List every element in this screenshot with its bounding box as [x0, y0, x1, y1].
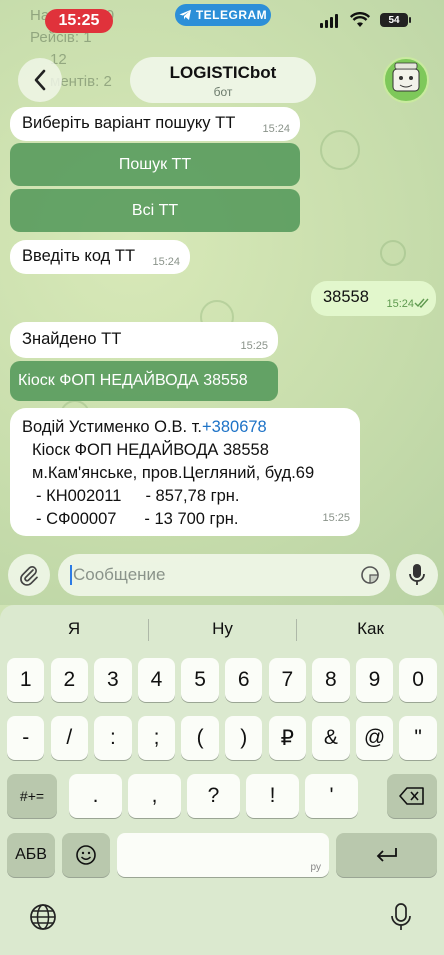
message-time: 15:25 [240, 340, 268, 352]
return-icon [376, 848, 397, 862]
digit-key[interactable]: 8 [312, 658, 350, 702]
double-check-icon [414, 298, 429, 308]
doodle-decoration [320, 130, 360, 170]
signal-icon [320, 14, 338, 28]
digit-key[interactable]: 4 [137, 658, 176, 702]
message-bubble: Водій Устименко О.В. т.+380678 Кіоск ФОП… [10, 408, 360, 536]
digit-key[interactable]: 5 [181, 658, 219, 702]
outgoing-message: 38558 15:24 [311, 281, 436, 316]
symbol-key[interactable]: ₽ [268, 716, 306, 760]
message-bubble: Виберіть варіант пошуку ТТ 15:24 [10, 107, 300, 141]
bot-avatar[interactable] [383, 57, 429, 103]
message-line: м.Кам'янське, пров.Цегляний, буд.69 [32, 464, 315, 482]
digit-key[interactable]: 9 [355, 658, 394, 702]
digit-key[interactable]: 6 [225, 658, 263, 702]
symbol-key[interactable]: / [50, 716, 88, 760]
attach-button[interactable] [8, 554, 50, 596]
message-bubble: Введіть код ТТ 15:24 [10, 240, 190, 274]
keyboard: Я Ну Как 1234567890 - /:;() ₽ & @ " #+= .,?! '… [0, 605, 444, 955]
backspace-icon [399, 787, 424, 805]
wifi-icon [350, 12, 370, 27]
telegram-pill[interactable]: TELEGRAM [175, 4, 271, 26]
invoice-code: - СФ00007 [36, 510, 117, 528]
message-time: 15:24 [152, 256, 180, 268]
message-line: Водій Устименко О.В. т.+380678 [22, 416, 348, 439]
invoice-line: - КН002011 - 857,78 грн. [22, 485, 348, 508]
chevron-left-icon [34, 69, 46, 91]
invoice-amount: - 13 700 грн. [144, 510, 239, 528]
message-input[interactable]: Сообщение [58, 554, 390, 596]
punctuation-key[interactable]: , [128, 774, 181, 818]
status-bar: 15:25 TELEGRAM 54 [0, 0, 444, 40]
emoji-key[interactable] [62, 833, 110, 877]
symbol-key[interactable]: ( [181, 716, 219, 760]
dictation-button[interactable] [390, 902, 412, 937]
punctuation-key[interactable]: ' [305, 774, 358, 818]
inline-button-kiosk[interactable]: Кіоск ФОП НЕДАЙВОДА 38558 [10, 361, 278, 401]
globe-icon [30, 904, 56, 930]
voice-button[interactable] [396, 554, 438, 596]
digit-key[interactable]: 7 [268, 658, 306, 702]
microphone-icon [391, 903, 411, 930]
return-key[interactable] [336, 833, 437, 877]
microphone-icon [409, 564, 425, 585]
symbol-key[interactable]: " [399, 716, 437, 760]
message-time: 15:24 [262, 123, 290, 135]
symbol-key[interactable]: - [7, 716, 45, 760]
globe-button[interactable] [29, 903, 57, 936]
backspace-key[interactable] [387, 774, 437, 818]
digit-key[interactable]: 1 [7, 658, 45, 702]
battery-icon: 54 [380, 13, 411, 27]
suggestion-3[interactable]: Как [297, 605, 444, 653]
bot-avatar-image [392, 62, 420, 92]
chat-subtitle: бот [213, 85, 233, 99]
symbol-key[interactable]: : [94, 716, 132, 760]
driver-text: Водій Устименко О.В. т. [22, 418, 203, 436]
digit-key[interactable]: 0 [399, 658, 437, 702]
composer: Сообщение [0, 545, 444, 605]
space-key[interactable]: ру [117, 833, 329, 877]
inline-button-search-tt[interactable]: Пошук ТТ [10, 143, 300, 186]
message-text: Виберіть варіант пошуку ТТ [22, 114, 236, 132]
message-time: 15:25 [322, 512, 350, 524]
message-placeholder: Сообщение [73, 565, 166, 584]
message-text: 38558 [323, 288, 369, 306]
more-symbols-key[interactable]: #+= [7, 774, 57, 818]
text-caret [70, 565, 72, 585]
punctuation-key[interactable]: ? [187, 774, 240, 818]
digit-key[interactable]: 2 [50, 658, 88, 702]
alphabet-key[interactable]: АБВ [7, 833, 55, 877]
invoice-amount: - 857,78 грн. [145, 487, 240, 505]
status-time[interactable]: 15:25 [45, 9, 113, 33]
message-line: Кіоск ФОП НЕДАЙВОДА 38558 [32, 441, 269, 459]
sticker-icon[interactable] [360, 565, 380, 585]
chat-name: LOGISTICbot [169, 63, 277, 82]
paperclip-icon [20, 566, 38, 586]
emoji-icon [76, 845, 96, 865]
message-bubble: Знайдено ТТ 15:25 [10, 322, 278, 358]
message-text: Знайдено ТТ [22, 330, 122, 348]
back-button[interactable] [18, 58, 62, 102]
symbol-key[interactable]: ) [225, 716, 263, 760]
telegram-label: TELEGRAM [195, 8, 268, 22]
phone-link[interactable]: +380678 [202, 418, 267, 436]
inline-button-all-tt[interactable]: Всі ТТ [10, 189, 300, 232]
symbol-key[interactable]: @ [355, 716, 394, 760]
suggestion-2[interactable]: Ну [149, 605, 296, 653]
punctuation-key[interactable]: ! [246, 774, 299, 818]
digit-key[interactable]: 3 [94, 658, 132, 702]
message-text: Введіть код ТТ [22, 247, 136, 265]
symbol-key[interactable]: & [312, 716, 350, 760]
message-time: 15:24 [386, 298, 414, 310]
telegram-icon [179, 9, 191, 20]
invoice-code: - КН002011 [36, 487, 122, 505]
punctuation-key[interactable]: . [69, 774, 122, 818]
invoice-line: - СФ00007 - 13 700 грн. [22, 508, 348, 531]
doodle-decoration [380, 240, 406, 266]
symbol-key[interactable]: ; [137, 716, 176, 760]
chat-title[interactable]: LOGISTICbot бот [130, 57, 316, 103]
suggestion-1[interactable]: Я [0, 605, 148, 653]
